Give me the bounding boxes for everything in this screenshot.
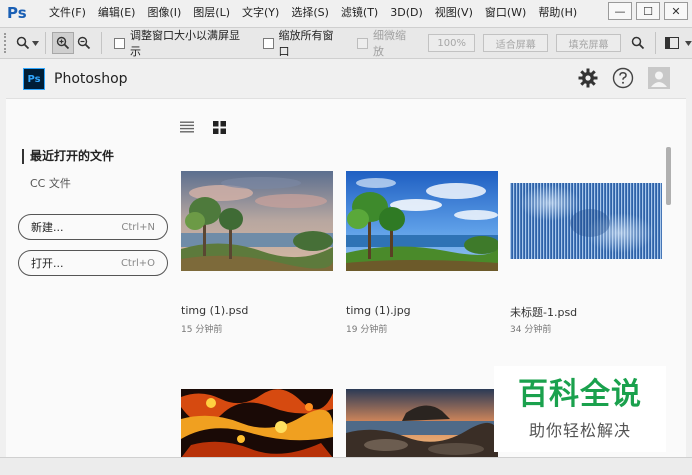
fill-screen-button[interactable]: 填充屏幕	[556, 34, 621, 52]
gear-icon[interactable]	[578, 68, 598, 88]
recent-file-name[interactable]: 未标题-1.psd	[510, 304, 577, 320]
watermark-subtitle: 助你轻松解决	[528, 421, 631, 440]
workspace-button[interactable]	[662, 32, 684, 54]
resize-windows-label: 调整窗口大小以满屏显示	[130, 29, 240, 58]
minimize-button[interactable]: —	[608, 2, 632, 20]
search-icon	[631, 36, 644, 50]
scrubby-zoom-checkbox[interactable]: 细微缩放	[357, 27, 416, 59]
grid-view-icon	[213, 121, 226, 134]
maximize-button[interactable]: ☐	[636, 2, 660, 20]
options-bar: 调整窗口大小以满屏显示 缩放所有窗口 细微缩放 100% 适合屏幕 填充屏幕	[0, 27, 692, 59]
zoom-100-button[interactable]: 100%	[428, 34, 476, 52]
zoom-tool-preset[interactable]	[16, 36, 39, 50]
list-view-icon	[180, 121, 194, 133]
open-file-button[interactable]: 打开... Ctrl+O	[18, 250, 168, 276]
recent-file-thumbnail[interactable]	[181, 171, 333, 271]
menu-file[interactable]: 文件(F)	[43, 0, 92, 26]
recent-file-thumbnail[interactable]	[181, 389, 333, 458]
menu-help[interactable]: 帮助(H)	[532, 0, 583, 26]
photoshop-badge: Ps	[23, 68, 45, 90]
toolbar-divider	[654, 32, 656, 54]
checkbox-box	[114, 37, 125, 49]
zoom-in-icon	[56, 36, 69, 50]
status-bar	[0, 457, 692, 475]
menu-edit[interactable]: 编辑(E)	[92, 0, 142, 26]
menu-filter[interactable]: 滤镜(T)	[335, 0, 384, 26]
resize-windows-checkbox[interactable]: 调整窗口大小以满屏显示	[114, 27, 249, 59]
checkbox-box	[357, 37, 369, 49]
new-file-label: 新建...	[31, 221, 64, 234]
title-bar: Ps 文件(F) 编辑(E) 图像(I) 图层(L) 文字(Y) 选择(S) 滤…	[0, 0, 692, 26]
help-icon[interactable]	[612, 67, 634, 89]
scrubby-zoom-label: 细微缩放	[373, 29, 407, 58]
new-file-button[interactable]: 新建... Ctrl+N	[18, 214, 168, 240]
list-view-toggle[interactable]	[180, 121, 194, 133]
recent-file-name[interactable]: timg (1).jpg	[346, 304, 411, 317]
recent-file-thumbnail[interactable]	[510, 183, 662, 259]
grid-view-toggle[interactable]	[213, 121, 226, 134]
window-controls: — ☐ ✕	[608, 2, 688, 20]
start-header: Ps Photoshop	[0, 60, 692, 98]
chevron-down-icon[interactable]	[685, 40, 692, 46]
watermark: 百科全说 助你轻松解决	[494, 366, 666, 452]
menu-bar: 文件(F) 编辑(E) 图像(I) 图层(L) 文字(Y) 选择(S) 滤镜(T…	[43, 0, 583, 26]
open-file-shortcut: Ctrl+O	[120, 257, 155, 269]
zoom-all-windows-checkbox[interactable]: 缩放所有窗口	[262, 27, 344, 59]
zoom-in-button[interactable]	[51, 32, 74, 54]
fit-screen-button[interactable]: 适合屏幕	[483, 34, 549, 52]
zoom-all-windows-label: 缩放所有窗口	[278, 29, 334, 58]
app-logo: Ps	[7, 4, 27, 22]
zoom-out-button[interactable]	[74, 32, 96, 54]
new-file-shortcut: Ctrl+N	[121, 221, 155, 233]
workspace-icon	[665, 37, 680, 49]
recent-file-time: 34 分钟前	[510, 325, 552, 335]
app-title: Photoshop	[54, 71, 128, 87]
toolbar-divider	[101, 32, 103, 54]
menu-type[interactable]: 文字(Y)	[236, 0, 285, 26]
header-actions	[578, 67, 670, 89]
zoom-out-icon	[78, 36, 91, 50]
recent-file-name[interactable]: timg (1).psd	[181, 304, 248, 317]
menu-image[interactable]: 图像(I)	[141, 0, 187, 26]
sidebar-item-recent[interactable]: 最近打开的文件	[22, 149, 114, 164]
menu-layer[interactable]: 图层(L)	[187, 0, 236, 26]
watermark-title: 百科全说	[518, 377, 642, 412]
open-file-label: 打开...	[31, 257, 64, 270]
menu-3d[interactable]: 3D(D)	[384, 0, 429, 26]
menu-view[interactable]: 视图(V)	[429, 0, 479, 26]
recent-file-thumbnail[interactable]	[346, 389, 498, 458]
menu-select[interactable]: 选择(S)	[285, 0, 335, 26]
avatar-icon[interactable]	[648, 67, 670, 89]
sidebar-item-cc-files[interactable]: CC 文件	[30, 175, 71, 191]
close-button[interactable]: ✕	[664, 2, 688, 20]
toolbar-grip[interactable]	[4, 33, 8, 53]
chevron-down-icon	[31, 40, 39, 46]
recent-file-time: 15 分钟前	[181, 325, 223, 335]
checkbox-box	[262, 37, 274, 49]
scrollbar-thumb[interactable]	[666, 147, 671, 205]
toolbar-divider	[44, 32, 46, 54]
search-button[interactable]	[627, 32, 649, 54]
recent-file-time: 19 分钟前	[346, 325, 388, 335]
zoom-icon	[16, 36, 30, 50]
menu-window[interactable]: 窗口(W)	[479, 0, 532, 26]
recent-file-thumbnail[interactable]	[346, 171, 498, 271]
